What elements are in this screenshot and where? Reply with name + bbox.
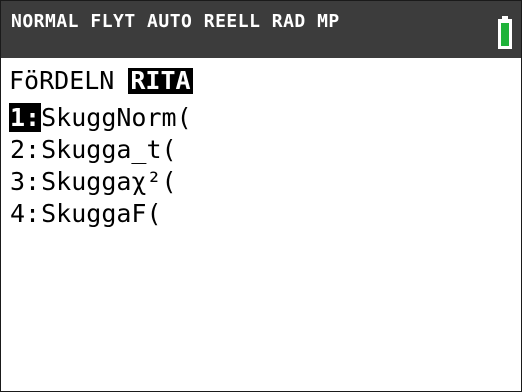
battery-level — [501, 23, 509, 46]
mode-status-text: NORMAL FLYT AUTO REELL RAD MP — [11, 11, 340, 32]
menu-item-number: 2: — [10, 134, 41, 164]
menu-item-number: 1: — [9, 102, 42, 132]
menu-item-label: SkuggNorm( — [41, 102, 192, 132]
menu-item-label: SkuggaF( — [41, 198, 162, 228]
status-bar: NORMAL FLYT AUTO REELL RAD MP — [1, 1, 521, 58]
menu-tabs: FöRDELN RITA — [7, 67, 193, 95]
menu-item-skugga-f[interactable]: 4: SkuggaF( — [9, 197, 192, 229]
menu-item-number: 4: — [10, 198, 41, 228]
menu-item-skugga-chi2[interactable]: 3: Skuggaχ²( — [9, 165, 192, 197]
menu-item-skuggnorm[interactable]: 1: SkuggNorm( — [9, 101, 192, 133]
battery-icon — [498, 19, 512, 49]
calculator-screen: NORMAL FLYT AUTO REELL RAD MP FöRDELN RI… — [0, 0, 522, 392]
menu-item-number: 3: — [10, 166, 41, 196]
tab-fordeln[interactable]: FöRDELN — [7, 68, 116, 94]
menu-item-label: Skugga_t( — [41, 134, 177, 164]
menu-list: 1: SkuggNorm( 2: Skugga_t( 3: Skuggaχ²( 4: S… — [9, 101, 192, 229]
tab-rita[interactable]: RITA — [128, 68, 193, 94]
menu-item-skugga-t[interactable]: 2: Skugga_t( — [9, 133, 192, 165]
menu-item-label: Skuggaχ²( — [41, 166, 177, 196]
